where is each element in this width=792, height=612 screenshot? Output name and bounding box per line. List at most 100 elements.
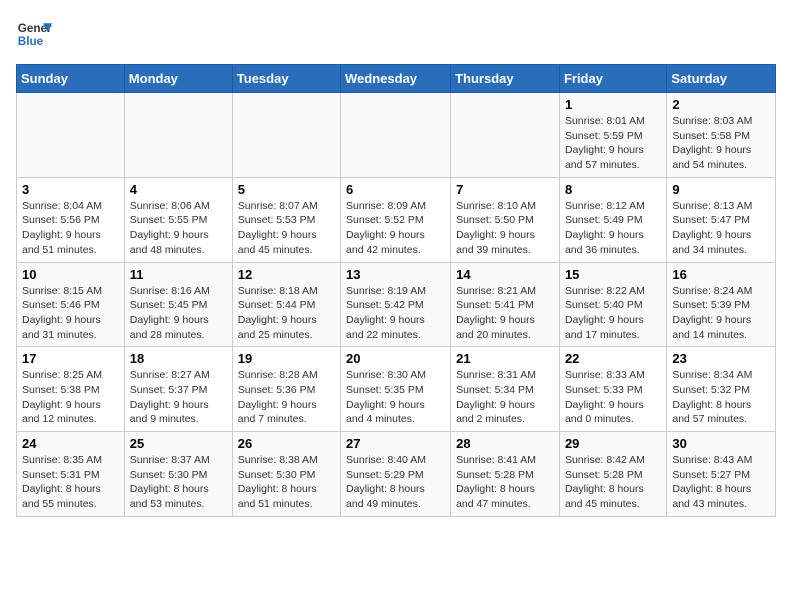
day-number: 12 [238,267,335,282]
day-info: Sunrise: 8:35 AM Sunset: 5:31 PM Dayligh… [22,453,119,512]
calendar-day-26: 26 Sunrise: 8:38 AM Sunset: 5:30 PM Dayli… [232,432,340,517]
calendar-day-27: 27 Sunrise: 8:40 AM Sunset: 5:29 PM Dayli… [341,432,451,517]
calendar-day-10: 10 Sunrise: 8:15 AM Sunset: 5:46 PM Dayli… [17,262,125,347]
empty-cell [232,93,340,178]
day-number: 20 [346,351,445,366]
weekday-header-wednesday: Wednesday [341,65,451,93]
calendar-day-24: 24Sunrise: 8:35 AM Sunset: 5:31 PM Dayli… [17,432,125,517]
day-info: Sunrise: 8:43 AM Sunset: 5:27 PM Dayligh… [672,453,770,512]
day-number: 13 [346,267,445,282]
calendar-table: SundayMondayTuesdayWednesdayThursdayFrid… [16,64,776,517]
weekday-header-sunday: Sunday [17,65,125,93]
day-info: Sunrise: 8:41 AM Sunset: 5:28 PM Dayligh… [456,453,554,512]
svg-text:Blue: Blue [18,35,44,48]
day-number: 11 [130,267,227,282]
calendar-day-16: 16Sunrise: 8:24 AM Sunset: 5:39 PM Dayli… [667,262,776,347]
day-info: Sunrise: 8:33 AM Sunset: 5:33 PM Dayligh… [565,368,661,427]
calendar-day-1: 1 Sunrise: 8:01 AM Sunset: 5:59 PM Daylig… [559,93,666,178]
calendar-day-25: 25 Sunrise: 8:37 AM Sunset: 5:30 PM Dayli… [124,432,232,517]
calendar-day-18: 18 Sunrise: 8:27 AM Sunset: 5:37 PM Dayli… [124,347,232,432]
day-number: 15 [565,267,661,282]
day-number: 10 [22,267,119,282]
day-number: 6 [346,182,445,197]
day-number: 28 [456,436,554,451]
day-number: 23 [672,351,770,366]
day-number: 21 [456,351,554,366]
day-number: 30 [672,436,770,451]
day-number: 16 [672,267,770,282]
day-number: 7 [456,182,554,197]
day-info: Sunrise: 8:22 AM Sunset: 5:40 PM Dayligh… [565,284,661,343]
day-info: Sunrise: 8:04 AM Sunset: 5:56 PM Dayligh… [22,199,119,258]
day-info: Sunrise: 8:09 AM Sunset: 5:52 PM Dayligh… [346,199,445,258]
calendar-day-5: 5 Sunrise: 8:07 AM Sunset: 5:53 PM Daylig… [232,177,340,262]
empty-cell [341,93,451,178]
calendar-day-15: 15 Sunrise: 8:22 AM Sunset: 5:40 PM Dayli… [559,262,666,347]
day-number: 18 [130,351,227,366]
day-info: Sunrise: 8:30 AM Sunset: 5:35 PM Dayligh… [346,368,445,427]
day-info: Sunrise: 8:12 AM Sunset: 5:49 PM Dayligh… [565,199,661,258]
day-number: 17 [22,351,119,366]
logo-icon: General Blue [16,16,52,52]
weekday-header-friday: Friday [559,65,666,93]
day-info: Sunrise: 8:25 AM Sunset: 5:38 PM Dayligh… [22,368,119,427]
calendar-day-8: 8 Sunrise: 8:12 AM Sunset: 5:49 PM Daylig… [559,177,666,262]
day-number: 22 [565,351,661,366]
day-info: Sunrise: 8:31 AM Sunset: 5:34 PM Dayligh… [456,368,554,427]
day-info: Sunrise: 8:28 AM Sunset: 5:36 PM Dayligh… [238,368,335,427]
header: General Blue [16,16,776,52]
day-number: 8 [565,182,661,197]
calendar-day-23: 23 Sunrise: 8:34 AM Sunset: 5:32 PM Dayli… [667,347,776,432]
calendar-day-30: 30 Sunrise: 8:43 AM Sunset: 5:27 PM Dayli… [667,432,776,517]
empty-cell [17,93,125,178]
day-info: Sunrise: 8:42 AM Sunset: 5:28 PM Dayligh… [565,453,661,512]
day-info: Sunrise: 8:34 AM Sunset: 5:32 PM Dayligh… [672,368,770,427]
day-info: Sunrise: 8:18 AM Sunset: 5:44 PM Dayligh… [238,284,335,343]
calendar-day-13: 13 Sunrise: 8:19 AM Sunset: 5:42 PM Dayli… [341,262,451,347]
empty-cell [124,93,232,178]
day-number: 2 [672,97,770,112]
weekday-header-saturday: Saturday [667,65,776,93]
calendar-day-29: 29Sunrise: 8:42 AM Sunset: 5:28 PM Dayli… [559,432,666,517]
day-number: 9 [672,182,770,197]
calendar-day-21: 21 Sunrise: 8:31 AM Sunset: 5:34 PM Dayli… [451,347,560,432]
day-number: 25 [130,436,227,451]
day-number: 3 [22,182,119,197]
day-number: 5 [238,182,335,197]
logo: General Blue [16,16,52,52]
calendar-day-22: 22 Sunrise: 8:33 AM Sunset: 5:33 PM Dayli… [559,347,666,432]
day-info: Sunrise: 8:40 AM Sunset: 5:29 PM Dayligh… [346,453,445,512]
day-info: Sunrise: 8:27 AM Sunset: 5:37 PM Dayligh… [130,368,227,427]
empty-cell [451,93,560,178]
calendar-day-19: 19 Sunrise: 8:28 AM Sunset: 5:36 PM Dayli… [232,347,340,432]
day-info: Sunrise: 8:01 AM Sunset: 5:59 PM Dayligh… [565,114,661,173]
day-info: Sunrise: 8:21 AM Sunset: 5:41 PM Dayligh… [456,284,554,343]
calendar-day-2: 2 Sunrise: 8:03 AM Sunset: 5:58 PM Daylig… [667,93,776,178]
day-info: Sunrise: 8:03 AM Sunset: 5:58 PM Dayligh… [672,114,770,173]
day-info: Sunrise: 8:07 AM Sunset: 5:53 PM Dayligh… [238,199,335,258]
weekday-header-thursday: Thursday [451,65,560,93]
calendar-day-11: 11 Sunrise: 8:16 AM Sunset: 5:45 PM Dayli… [124,262,232,347]
day-info: Sunrise: 8:38 AM Sunset: 5:30 PM Dayligh… [238,453,335,512]
day-info: Sunrise: 8:15 AM Sunset: 5:46 PM Dayligh… [22,284,119,343]
calendar-day-3: 3 Sunrise: 8:04 AM Sunset: 5:56 PM Daylig… [17,177,125,262]
calendar-day-6: 6 Sunrise: 8:09 AM Sunset: 5:52 PM Daylig… [341,177,451,262]
day-info: Sunrise: 8:37 AM Sunset: 5:30 PM Dayligh… [130,453,227,512]
calendar-day-9: 9 Sunrise: 8:13 AM Sunset: 5:47 PM Daylig… [667,177,776,262]
calendar-day-14: 14Sunrise: 8:21 AM Sunset: 5:41 PM Dayli… [451,262,560,347]
day-info: Sunrise: 8:19 AM Sunset: 5:42 PM Dayligh… [346,284,445,343]
day-info: Sunrise: 8:10 AM Sunset: 5:50 PM Dayligh… [456,199,554,258]
calendar-day-12: 12 Sunrise: 8:18 AM Sunset: 5:44 PM Dayli… [232,262,340,347]
day-number: 27 [346,436,445,451]
calendar-day-7: 7 Sunrise: 8:10 AM Sunset: 5:50 PM Daylig… [451,177,560,262]
day-number: 4 [130,182,227,197]
day-info: Sunrise: 8:06 AM Sunset: 5:55 PM Dayligh… [130,199,227,258]
calendar-day-4: 4 Sunrise: 8:06 AM Sunset: 5:55 PM Daylig… [124,177,232,262]
day-info: Sunrise: 8:16 AM Sunset: 5:45 PM Dayligh… [130,284,227,343]
day-info: Sunrise: 8:13 AM Sunset: 5:47 PM Dayligh… [672,199,770,258]
calendar-day-28: 28 Sunrise: 8:41 AM Sunset: 5:28 PM Dayli… [451,432,560,517]
day-number: 26 [238,436,335,451]
day-number: 19 [238,351,335,366]
weekday-header-monday: Monday [124,65,232,93]
day-number: 1 [565,97,661,112]
